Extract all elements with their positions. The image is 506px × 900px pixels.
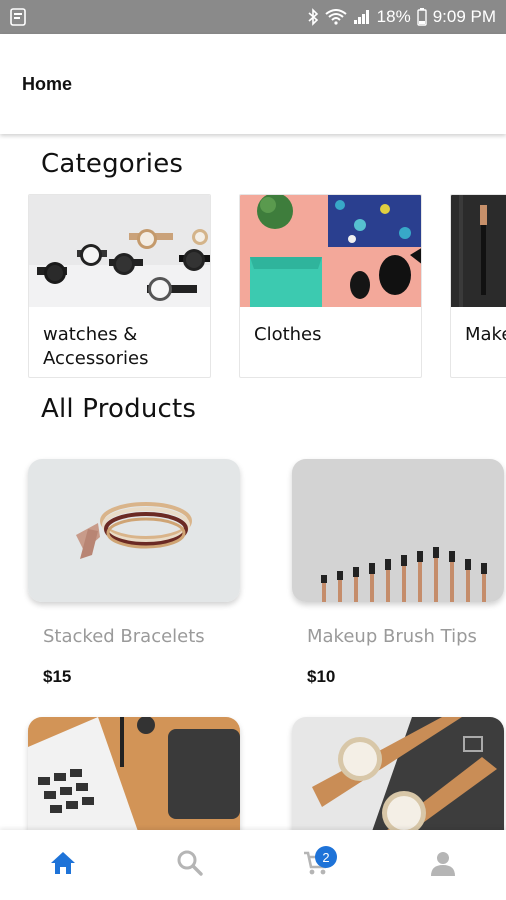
categories-title: Categories	[41, 149, 184, 179]
product-image-watch	[292, 717, 504, 830]
product-image-makeup-brushes	[292, 459, 504, 602]
product-card-laptop[interactable]	[28, 717, 240, 830]
app-bar: Home	[0, 34, 506, 134]
battery-percent: 18%	[376, 7, 411, 26]
categories-carousel[interactable]: watches & Accessories Clothes Mak	[28, 194, 506, 379]
category-label: Clothes	[254, 324, 322, 345]
signal-icon	[353, 9, 371, 25]
profile-icon	[429, 849, 457, 882]
category-image-watches	[29, 195, 210, 307]
home-icon	[49, 850, 77, 881]
category-card-watches[interactable]: watches & Accessories	[28, 194, 211, 378]
category-image-makeup	[451, 195, 506, 307]
all-products-title: All Products	[41, 394, 197, 424]
product-price: $15	[43, 667, 72, 686]
product-price: $10	[307, 667, 336, 686]
product-name: Stacked Bracelets	[43, 626, 205, 647]
nav-search[interactable]	[127, 830, 254, 900]
main-content[interactable]: Categories watches & Accessories Clothes…	[0, 134, 506, 830]
category-label: Make	[465, 324, 506, 345]
bluetooth-icon	[307, 8, 319, 26]
category-card-clothes[interactable]: Clothes	[239, 194, 422, 378]
category-card-makeup[interactable]: Make	[450, 194, 506, 378]
product-image-bracelets	[28, 459, 240, 602]
page-title: Home	[22, 73, 73, 94]
cart-badge: 2	[315, 846, 337, 868]
wifi-icon	[325, 9, 347, 25]
product-card-watch[interactable]	[292, 717, 504, 830]
category-label: watches & Accessories	[43, 324, 149, 369]
nav-home[interactable]	[0, 830, 127, 900]
product-card-makeup-brushes[interactable]: Makeup Brush Tips $10	[292, 459, 504, 686]
clock: 9:09 PM	[432, 7, 496, 26]
nav-cart[interactable]: 2	[253, 830, 380, 900]
product-image-laptop	[28, 717, 240, 830]
notification-icon	[10, 8, 26, 26]
product-name: Makeup Brush Tips	[307, 626, 477, 647]
battery-icon	[416, 8, 427, 26]
status-bar: 18% 9:09 PM	[0, 0, 506, 34]
category-image-clothes	[240, 195, 421, 307]
nav-profile[interactable]	[380, 830, 506, 900]
product-card-bracelets[interactable]: Stacked Bracelets $15	[28, 459, 240, 686]
bottom-nav: 2	[0, 830, 506, 900]
search-icon	[176, 849, 204, 882]
